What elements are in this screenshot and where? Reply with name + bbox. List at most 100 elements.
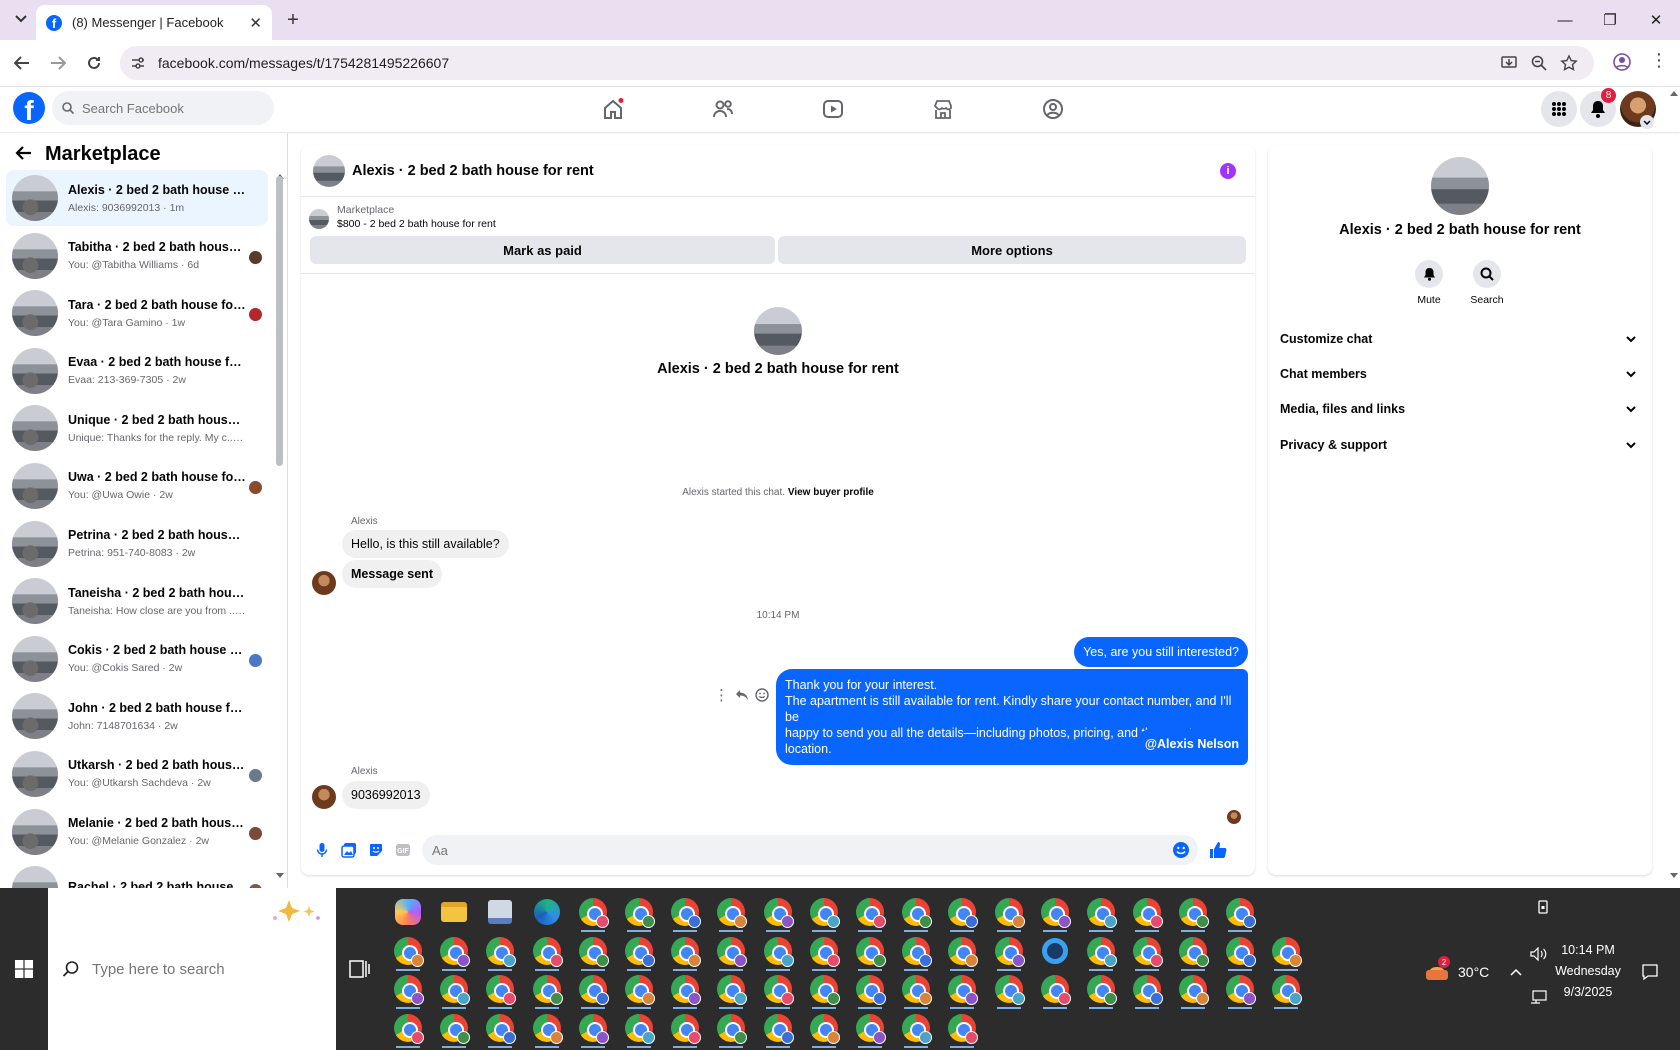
incoming-message[interactable]: Hello, is this still available?	[342, 530, 509, 558]
browser-menu-icon[interactable]: ⋮	[1650, 50, 1668, 70]
scroll-down-icon[interactable]	[276, 873, 284, 879]
nav-gaming[interactable]	[1028, 93, 1078, 125]
chrome-profile-icon[interactable]	[436, 933, 472, 971]
notification-center-icon[interactable]	[1641, 963, 1659, 981]
chrome-profile-icon[interactable]	[482, 1010, 518, 1048]
chrome-profile-icon[interactable]	[1037, 894, 1073, 932]
chrome-profile-icon[interactable]	[806, 1010, 842, 1048]
chrome-profile-icon[interactable]	[713, 971, 749, 1010]
chrome-profile-icon[interactable]	[944, 894, 980, 932]
chrome-profile-icon[interactable]	[1222, 933, 1258, 971]
mute-button[interactable]: Mute	[1399, 260, 1459, 306]
voice-clip-button[interactable]	[311, 839, 333, 861]
sender-avatar[interactable]	[312, 571, 336, 595]
chrome-profile-icon[interactable]	[1222, 971, 1258, 1010]
notifications-button[interactable]: 8	[1580, 88, 1616, 127]
privacy-support-section[interactable]: Privacy & support	[1280, 430, 1636, 460]
chrome-profile-icon[interactable]	[1129, 933, 1165, 971]
chrome-profile-icon[interactable]	[1175, 933, 1211, 971]
conversation-item[interactable]: Uwa · 2 bed 2 bath house for ... You: @Uw…	[6, 458, 268, 514]
chrome-profile-icon[interactable]	[806, 971, 842, 1010]
chrome-profile-icon[interactable]	[898, 971, 934, 1010]
chrome-profile-icon[interactable]	[760, 933, 796, 971]
chrome-profile-icon[interactable]	[1268, 933, 1304, 971]
chrome-profile-icon[interactable]	[1222, 894, 1258, 932]
chrome-profile-icon[interactable]	[852, 933, 888, 971]
chrome-profile-icon[interactable]	[621, 894, 657, 932]
taskbar-search[interactable]	[48, 888, 336, 1050]
new-tab-button[interactable]: +	[282, 9, 304, 31]
chrome-profile-icon[interactable]	[991, 894, 1027, 932]
chat-members-section[interactable]: Chat members	[1280, 359, 1636, 389]
taskbar-search-input[interactable]	[92, 960, 312, 978]
minimize-button[interactable]: —	[1552, 8, 1578, 32]
facebook-search-input[interactable]	[82, 100, 262, 116]
conversation-item[interactable]: Tabitha · 2 bed 2 bath house ... You: @Ta…	[6, 228, 268, 284]
message-input[interactable]	[432, 842, 1172, 858]
conversation-item[interactable]: Petrina · 2 bed 2 bath house for... Petri…	[6, 516, 268, 572]
zoom-icon[interactable]	[1530, 54, 1548, 72]
forward-button[interactable]	[47, 52, 69, 74]
address-bar[interactable]: facebook.com/messages/t/1754281495226607	[120, 46, 1594, 80]
message-input-box[interactable]	[422, 835, 1198, 865]
chrome-profile-icon[interactable]	[806, 894, 842, 932]
tab-close-icon[interactable]: ✕	[249, 14, 262, 32]
media-files-links-section[interactable]: Media, files and links	[1280, 394, 1636, 424]
attach-photo-button[interactable]	[338, 839, 360, 861]
install-app-icon[interactable]	[1500, 54, 1518, 72]
conversation-item[interactable]: Alexis · 2 bed 2 bath house for r... Alex…	[6, 170, 268, 226]
chrome-profile-icon[interactable]	[713, 894, 749, 932]
outgoing-message[interactable]: @Alexis Nelson	[1135, 729, 1248, 759]
restore-button[interactable]: ❐	[1597, 8, 1623, 32]
mark-as-paid-button[interactable]: Mark as paid	[310, 236, 775, 264]
more-options-button[interactable]: More options	[778, 236, 1246, 264]
incoming-message[interactable]: Message sent	[342, 560, 442, 588]
chrome-profile-icon[interactable]	[390, 971, 426, 1010]
chrome-profile-icon[interactable]	[621, 1010, 657, 1048]
conversation-item[interactable]: Melanie · 2 bed 2 bath house... You: @Mel…	[6, 804, 268, 860]
nav-video[interactable]	[808, 93, 858, 125]
edge-browser-icon[interactable]	[529, 894, 565, 930]
chrome-profile-icon[interactable]	[1175, 971, 1211, 1010]
chrome-profile-icon[interactable]	[436, 1010, 472, 1048]
chrome-profile-icon[interactable]	[898, 1010, 934, 1048]
contacts-app-icon[interactable]	[482, 894, 518, 930]
site-settings-icon[interactable]	[130, 55, 146, 71]
chrome-profile-icon[interactable]	[667, 1010, 703, 1048]
file-explorer-icon[interactable]	[436, 894, 472, 930]
emoji-icon[interactable]	[1172, 841, 1190, 859]
search-in-chat-button[interactable]: Search	[1457, 260, 1517, 306]
chrome-profile-icon[interactable]	[390, 1010, 426, 1048]
chrome-profile-icon[interactable]	[1129, 971, 1165, 1010]
chrome-profile-icon[interactable]	[852, 971, 888, 1010]
chrome-profile-icon[interactable]	[898, 894, 934, 932]
back-button[interactable]	[11, 52, 33, 74]
chrome-profile-icon[interactable]	[1083, 894, 1119, 932]
reply-icon[interactable]	[735, 689, 749, 701]
view-buyer-profile-link[interactable]: View buyer profile	[788, 487, 874, 498]
chat-title[interactable]: Alexis · 2 bed 2 bath house for rent	[352, 163, 594, 179]
account-chevron-icon[interactable]	[1640, 115, 1654, 129]
chrome-profile-icon[interactable]	[1083, 971, 1119, 1010]
page-scroll-up-icon[interactable]	[1670, 90, 1678, 96]
chrome-profile-icon[interactable]	[760, 894, 796, 932]
info-icon[interactable]: i	[1220, 163, 1236, 179]
gif-button[interactable]: GIF	[392, 839, 414, 861]
profile-icon[interactable]	[1612, 52, 1632, 72]
incoming-message[interactable]: 9036992013	[342, 781, 430, 809]
chrome-profile-icon[interactable]	[1175, 894, 1211, 932]
chrome-profile-icon[interactable]	[944, 933, 980, 971]
chrome-profile-icon[interactable]	[1037, 971, 1073, 1010]
chrome-profile-icon[interactable]	[991, 971, 1027, 1010]
chrome-profile-icon[interactable]	[575, 933, 611, 971]
sidebar-scrollbar[interactable]	[276, 176, 283, 466]
chrome-profile-icon[interactable]	[852, 894, 888, 932]
conversation-item[interactable]: Utkarsh · 2 bed 2 bath house ... You: @Ut…	[6, 746, 268, 802]
chrome-profile-icon[interactable]	[575, 971, 611, 1010]
task-view-icon[interactable]	[344, 956, 376, 982]
tab-list-button[interactable]	[10, 8, 32, 30]
browser-tab[interactable]: f (8) Messenger | Facebook ✕	[36, 5, 272, 40]
sender-avatar[interactable]	[312, 785, 336, 809]
reload-button[interactable]	[83, 52, 105, 74]
chrome-profile-icon[interactable]	[529, 1010, 565, 1048]
